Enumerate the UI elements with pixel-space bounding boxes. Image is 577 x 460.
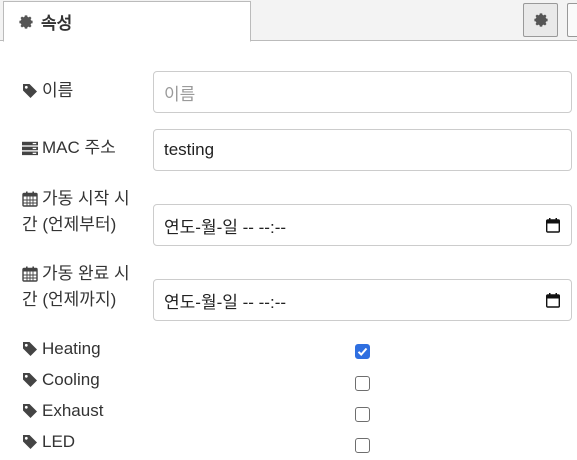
start-time-label-line1: 가동 시작 시 <box>42 189 130 208</box>
checkmark-icon <box>357 346 368 357</box>
settings-button[interactable] <box>523 3 558 37</box>
mac-label: MAC 주소 <box>22 135 116 161</box>
heating-checkbox[interactable] <box>355 344 370 359</box>
server-icon <box>22 140 38 156</box>
start-time-label: 가동 시작 시 간 (언제부터) <box>22 186 130 238</box>
end-time-label-line2: 간 (언제까지) <box>22 290 117 309</box>
end-time-label: 가동 완료 시 간 (언제까지) <box>22 261 130 313</box>
led-label: LED <box>22 429 75 455</box>
heating-label: Heating <box>22 336 101 362</box>
exhaust-label: Exhaust <box>22 398 103 424</box>
calendar-picker-icon[interactable] <box>545 218 561 238</box>
tab-bar: 속성 <box>0 0 577 42</box>
tag-icon <box>22 83 38 99</box>
tab-properties[interactable]: 속성 <box>3 1 251 42</box>
end-datetime-input[interactable]: 연도-월-일 -- --:-- <box>153 279 572 321</box>
mac-input[interactable]: testing <box>153 129 572 171</box>
gear-icon <box>533 12 549 28</box>
name-label: 이름 <box>22 78 73 104</box>
cooling-label: Cooling <box>22 367 100 393</box>
calendar-picker-icon[interactable] <box>545 293 561 313</box>
gear-icon <box>18 14 34 30</box>
start-datetime-input[interactable]: 연도-월-일 -- --:-- <box>153 204 572 246</box>
tab-label: 속성 <box>41 14 73 33</box>
calendar-icon <box>22 191 38 207</box>
end-time-label-line1: 가동 완료 시 <box>42 264 130 283</box>
tag-icon <box>22 372 38 388</box>
name-input[interactable]: 이름 <box>153 71 572 113</box>
cooling-checkbox[interactable] <box>355 376 370 391</box>
overflow-button[interactable] <box>567 3 577 37</box>
calendar-icon <box>22 266 38 282</box>
led-checkbox[interactable] <box>355 438 370 453</box>
tag-icon <box>22 403 38 419</box>
tag-icon <box>22 341 38 357</box>
tag-icon <box>22 434 38 450</box>
start-time-label-line2: 간 (언제부터) <box>22 215 117 234</box>
exhaust-checkbox[interactable] <box>355 407 370 422</box>
